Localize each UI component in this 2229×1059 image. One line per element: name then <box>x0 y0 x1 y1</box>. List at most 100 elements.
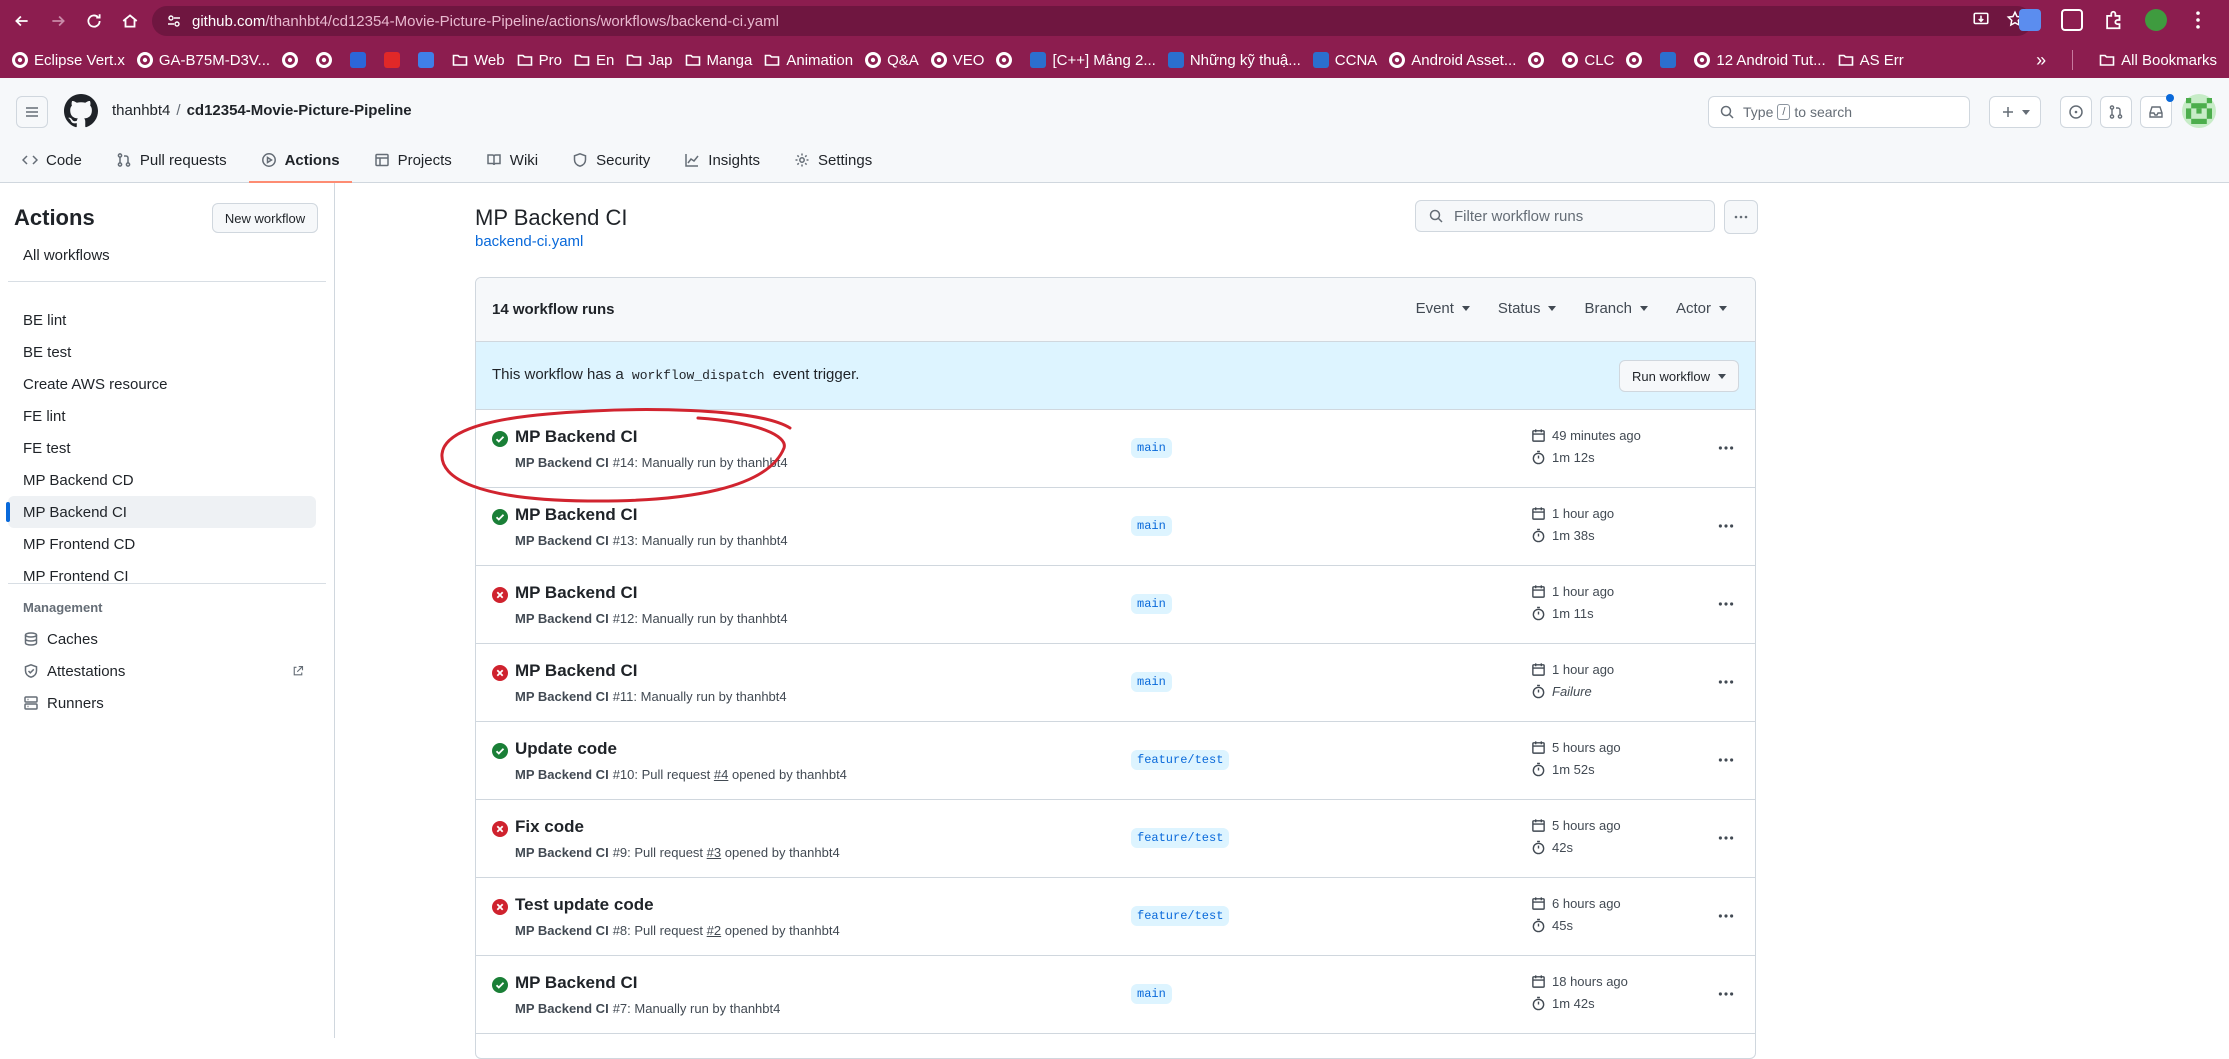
bookmark-item[interactable] <box>316 52 338 68</box>
table-row[interactable]: MP Backend CI MP Backend CI #14: Manually … <box>476 410 1755 488</box>
run-menu-button[interactable] <box>1714 514 1738 538</box>
workflow-menu-button[interactable] <box>1724 200 1758 234</box>
extensions-puzzle-icon[interactable] <box>2103 9 2125 31</box>
table-row[interactable]: Update code MP Backend CI #10: Pull reques… <box>476 722 1755 800</box>
filter-actor[interactable]: Actor <box>1676 300 1727 317</box>
bookmark-item[interactable]: Pro <box>517 52 562 69</box>
bookmark-item[interactable] <box>282 52 304 68</box>
branch-tag[interactable]: feature/test <box>1131 906 1230 926</box>
browser-menu-icon[interactable] <box>2187 9 2209 31</box>
site-info-icon[interactable] <box>166 13 182 29</box>
run-title-link[interactable]: MP Backend CI <box>515 505 638 525</box>
branch-tag[interactable]: main <box>1131 438 1172 458</box>
pull-request-link[interactable]: #2 <box>707 923 721 938</box>
tab-projects[interactable]: Projects <box>362 138 464 182</box>
bookmark-item[interactable]: [C++] Mảng 2... <box>1030 52 1156 69</box>
run-menu-button[interactable] <box>1714 904 1738 928</box>
filter-status[interactable]: Status <box>1498 300 1557 317</box>
filter-event[interactable]: Event <box>1416 300 1470 317</box>
sidebar-item-fe-test[interactable]: FE test <box>8 432 316 464</box>
tab-pull-requests[interactable]: Pull requests <box>104 138 239 182</box>
bookmark-item[interactable]: AS Err <box>1838 52 1904 69</box>
all-bookmarks-button[interactable]: All Bookmarks <box>2099 52 2217 69</box>
install-app-icon[interactable] <box>1972 10 1990 28</box>
filter-branch[interactable]: Branch <box>1584 300 1648 317</box>
tab-actions[interactable]: Actions <box>248 138 352 183</box>
workflow-file-link[interactable]: backend-ci.yaml <box>475 233 583 250</box>
sidebar-item-attestations[interactable]: Attestations <box>8 655 316 687</box>
reload-button[interactable] <box>80 7 108 35</box>
bookmark-item[interactable]: Animation <box>764 52 853 69</box>
qr-extension-icon[interactable] <box>2061 9 2083 31</box>
bookmark-item[interactable] <box>418 52 440 68</box>
run-menu-button[interactable] <box>1714 592 1738 616</box>
bookmark-item[interactable]: Web <box>452 52 505 69</box>
bookmark-item[interactable]: VEO <box>930 52 984 69</box>
bookmark-item[interactable]: CCNA <box>1312 52 1377 69</box>
run-title-link[interactable]: Update code <box>515 739 617 759</box>
back-button[interactable] <box>8 7 36 35</box>
avatar[interactable] <box>2182 94 2216 128</box>
sidebar-item-fe-lint[interactable]: FE lint <box>8 400 316 432</box>
bookmark-item[interactable]: 12 Android Tut... <box>1694 52 1826 69</box>
sidebar-item-all-workflows[interactable]: All workflows <box>8 239 316 271</box>
issues-button[interactable] <box>2060 96 2092 128</box>
sidebar-item-mp-backend-ci[interactable]: MP Backend CI <box>6 496 316 528</box>
pull-request-link[interactable]: #3 <box>707 845 721 860</box>
bookmark-item[interactable] <box>350 52 372 68</box>
bookmark-item[interactable] <box>1528 52 1550 68</box>
run-title-link[interactable]: Test update code <box>515 895 654 915</box>
pull-requests-button[interactable] <box>2100 96 2132 128</box>
pull-request-link[interactable]: #4 <box>714 767 728 782</box>
table-row[interactable]: MP Backend CI MP Backend CI #7: Manually r… <box>476 956 1755 1034</box>
sidebar-item-mp-backend-cd[interactable]: MP Backend CD <box>8 464 316 496</box>
bookmark-item[interactable]: Jap <box>626 52 673 69</box>
table-row[interactable]: MP Backend CI MP Backend CI #13: Manually … <box>476 488 1755 566</box>
branch-tag[interactable]: feature/test <box>1131 828 1230 848</box>
run-menu-button[interactable] <box>1714 826 1738 850</box>
bookmark-item[interactable]: Manga <box>685 52 752 69</box>
bookmark-item[interactable]: Những kỹ thuậ... <box>1167 52 1301 69</box>
bookmark-item[interactable]: CLC <box>1562 52 1614 69</box>
tab-security[interactable]: Security <box>560 138 662 182</box>
create-new-button[interactable] <box>1989 96 2041 128</box>
home-button[interactable] <box>116 7 144 35</box>
sidebar-item-mp-frontend-cd[interactable]: MP Frontend CD <box>8 528 316 560</box>
branch-tag[interactable]: main <box>1131 672 1172 692</box>
global-menu-button[interactable] <box>16 96 48 128</box>
github-logo-icon[interactable] <box>64 94 98 128</box>
run-menu-button[interactable] <box>1714 748 1738 772</box>
bookmark-item[interactable]: Q&A <box>865 52 919 69</box>
bookmark-item[interactable]: En <box>574 52 614 69</box>
table-row[interactable]: Fix code MP Backend CI #9: Pull request #3… <box>476 800 1755 878</box>
sidebar-item-be-lint[interactable]: BE lint <box>8 304 316 336</box>
tab-wiki[interactable]: Wiki <box>474 138 550 182</box>
bookmark-item[interactable] <box>996 52 1018 68</box>
run-title-link[interactable]: MP Backend CI <box>515 583 638 603</box>
repo-owner-link[interactable]: thanhbt4 <box>112 102 170 119</box>
run-title-link[interactable]: MP Backend CI <box>515 427 638 447</box>
branch-tag[interactable]: feature/test <box>1131 750 1230 770</box>
profile-avatar-icon[interactable] <box>2145 9 2167 31</box>
repo-name-link[interactable]: cd12354-Movie-Picture-Pipeline <box>187 102 412 119</box>
new-workflow-button[interactable]: New workflow <box>212 203 318 233</box>
run-menu-button[interactable] <box>1714 670 1738 694</box>
tab-code[interactable]: Code <box>10 138 94 182</box>
run-menu-button[interactable] <box>1714 436 1738 460</box>
tab-insights[interactable]: Insights <box>672 138 772 182</box>
filter-runs-input[interactable]: Filter workflow runs <box>1415 200 1715 232</box>
search-input[interactable]: Type / to search <box>1708 96 1970 128</box>
bookmark-item[interactable]: Android Asset... <box>1389 52 1516 69</box>
forward-button[interactable] <box>44 7 72 35</box>
tab-settings[interactable]: Settings <box>782 138 884 182</box>
branch-tag[interactable]: main <box>1131 984 1172 1004</box>
table-row[interactable]: MP Backend CI MP Backend CI #12: Manually … <box>476 566 1755 644</box>
more-bookmarks-button[interactable]: » <box>2036 50 2046 71</box>
address-bar[interactable]: github.com/thanhbt4/cd12354-Movie-Pictur… <box>152 6 2032 36</box>
branch-tag[interactable]: main <box>1131 516 1172 536</box>
bookmark-item[interactable] <box>384 52 406 68</box>
bookmark-item[interactable]: Eclipse Vert.x <box>12 52 125 69</box>
sidebar-item-create-aws-resource[interactable]: Create AWS resource <box>8 368 316 400</box>
run-title-link[interactable]: MP Backend CI <box>515 973 638 993</box>
table-row[interactable]: MP Backend CI MP Backend CI #11: Manually … <box>476 644 1755 722</box>
